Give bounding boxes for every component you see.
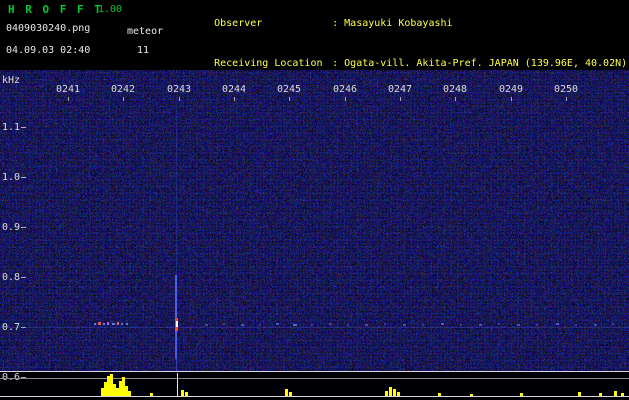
spectrogram: 0241 0242 0243 0244 0245 0246 0247 0248 … <box>0 70 629 400</box>
header: H R O F F T 1.00 0409030240.png meteor 0… <box>0 0 629 150</box>
app-title: H R O F F T <box>8 3 103 16</box>
power-spike <box>614 391 617 396</box>
hrofft-screen: { "header": { "title": "H R O F F T", "v… <box>0 0 629 400</box>
power-spike <box>520 393 523 396</box>
power-spike <box>289 392 292 396</box>
observation-datetime: 04.09.03 02:40 <box>6 45 91 56</box>
app-version: 1.00 <box>98 4 123 15</box>
power-spike <box>185 392 188 396</box>
power-spike <box>150 393 153 396</box>
power-spike <box>389 387 392 396</box>
power-spike <box>621 393 624 396</box>
strip-event-line <box>177 373 178 396</box>
info-value: : Ogata-vill. Akita-Pref. JAPAN (139.96E… <box>332 58 628 69</box>
mode-label: meteor <box>127 26 164 37</box>
power-spike-layer <box>0 70 629 400</box>
info-label: Receiving Location <box>214 58 323 69</box>
power-spike <box>128 391 131 396</box>
power-spike <box>470 394 473 396</box>
power-spike <box>285 389 288 396</box>
power-spike <box>599 393 602 396</box>
output-filename: 0409030240.png <box>6 23 91 34</box>
power-spike <box>393 389 396 396</box>
power-spike <box>438 393 441 396</box>
power-spike <box>578 392 581 396</box>
info-label: Observer <box>214 17 263 29</box>
power-spike <box>397 392 400 396</box>
echo-count: 11 <box>137 45 150 56</box>
power-spike <box>181 390 184 396</box>
info-value: : Masayuki Kobayashi <box>332 17 453 29</box>
info-row-observer: Observer : Masayuki Kobayashi <box>178 3 627 44</box>
power-spike <box>385 391 388 396</box>
